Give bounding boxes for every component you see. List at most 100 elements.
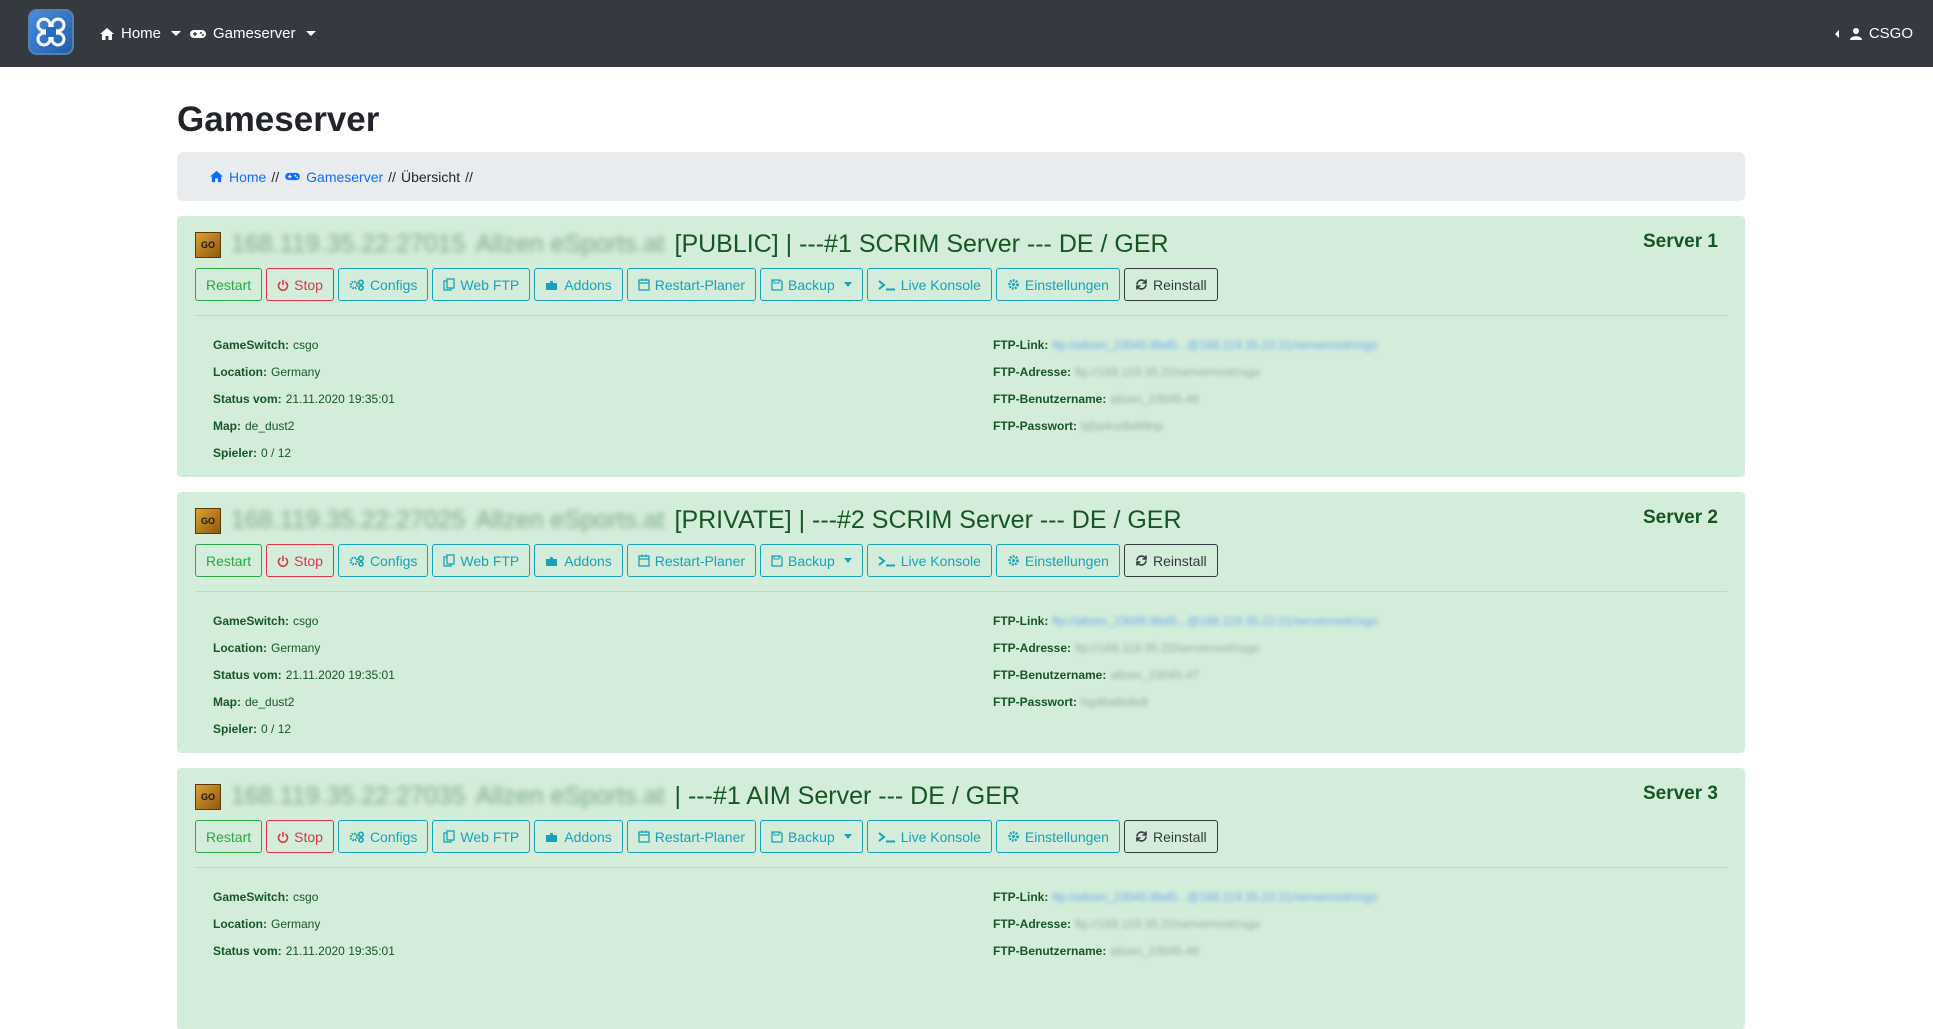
copy-icon: [443, 554, 456, 567]
nav-home-dropdown[interactable]: Home: [99, 0, 182, 67]
location-label: Location:: [213, 641, 267, 655]
einstellungen-button[interactable]: Einstellungen: [995, 820, 1120, 853]
reinstall-button[interactable]: Reinstall: [1123, 544, 1218, 577]
server-number: Server 2: [1642, 507, 1718, 528]
ftp-user-label: FTP-Benutzername:: [993, 944, 1107, 958]
reinstall-button[interactable]: Reinstall: [1123, 820, 1218, 853]
live-konsole-button[interactable]: Live Konsole: [866, 820, 992, 853]
ftp-link-value[interactable]: ftp://allzen_23045:8bd5...@168.119.35.22…: [1052, 614, 1378, 641]
restart-label: Restart: [206, 828, 252, 845]
backup-dropdown-button[interactable]: Backup: [760, 820, 863, 853]
backup-dropdown-button[interactable]: Backup: [760, 268, 863, 301]
nav-user-dropdown[interactable]: CSGO: [1834, 0, 1913, 67]
live-konsole-button[interactable]: Live Konsole: [866, 268, 992, 301]
spieler-label: Spieler:: [213, 722, 258, 736]
restart-button[interactable]: Restart: [195, 544, 263, 577]
stop-button[interactable]: Stop: [266, 268, 334, 301]
restart-button[interactable]: Restart: [195, 268, 263, 301]
terminal-icon: [878, 831, 895, 842]
addons-button[interactable]: Addons: [534, 544, 623, 577]
einstellungen-button[interactable]: Einstellungen: [995, 544, 1120, 577]
restart-planer-button[interactable]: Restart-Planer: [626, 268, 757, 301]
server-ip-blurred: 168.119.35.22:27035: [231, 782, 466, 810]
location-label: Location:: [213, 365, 267, 379]
backup-dropdown-button[interactable]: Backup: [760, 544, 863, 577]
info-ftp-user: FTP-Benutzername: allzen_23045-47: [993, 668, 1378, 695]
stop-button[interactable]: Stop: [266, 544, 334, 577]
server-info-right: FTP-Link: ftp://allzen_23045:8bd5...@168…: [993, 338, 1378, 446]
configs-button[interactable]: Configs: [337, 268, 429, 301]
puzzle-icon: [546, 280, 558, 290]
restart-planer-button[interactable]: Restart-Planer: [626, 544, 757, 577]
web-ftp-button[interactable]: Web FTP: [432, 544, 531, 577]
status-label: Status vom:: [213, 668, 282, 682]
refresh-icon: [1136, 831, 1147, 842]
breadcrumb-gameserver-link[interactable]: Gameserver: [284, 169, 383, 185]
breadcrumb-current: Übersicht: [400, 168, 461, 185]
server-title: [PUBLIC] | ---#1 SCRIM Server --- DE / G…: [674, 230, 1169, 258]
server-action-bar: Restart Stop Configs Web FTP Addons Rest…: [195, 544, 1218, 577]
top-navbar: Home Gameserver CSGO: [0, 0, 1933, 67]
ftp-link-value[interactable]: ftp://allzen_23045:8bd5...@168.119.35.22…: [1052, 890, 1378, 917]
restart-button[interactable]: Restart: [195, 820, 263, 853]
info-ftp-adresse: FTP-Adresse: ftp://168.119.35.22/serverr…: [993, 917, 1378, 944]
chevron-down-icon: [843, 834, 852, 839]
restart-planer-label: Restart-Planer: [654, 552, 746, 569]
reinstall-label: Reinstall: [1152, 276, 1207, 293]
addons-button[interactable]: Addons: [534, 268, 623, 301]
restart-label: Restart: [206, 552, 252, 569]
power-icon: [277, 831, 289, 843]
einstellungen-label: Einstellungen: [1024, 828, 1109, 845]
addons-label: Addons: [564, 828, 612, 845]
server-info-left: GameSwitch: csgo Location: Germany Statu…: [213, 338, 395, 473]
user-icon: [1849, 27, 1862, 40]
server-header: GO 168.119.35.22:27025 Allzen eSports.at…: [195, 506, 1182, 535]
home-icon: [100, 27, 114, 40]
stop-label: Stop: [294, 276, 323, 293]
stop-button[interactable]: Stop: [266, 820, 334, 853]
calendar-icon: [638, 554, 650, 567]
server-card: GO 168.119.35.22:27035 Allzen eSports.at…: [177, 768, 1745, 1029]
reinstall-button[interactable]: Reinstall: [1123, 268, 1218, 301]
status-value: 21.11.2020 19:35:01: [285, 944, 395, 958]
restart-planer-label: Restart-Planer: [654, 828, 746, 845]
configs-button[interactable]: Configs: [337, 820, 429, 853]
configs-label: Configs: [369, 552, 418, 569]
breadcrumb-home-link[interactable]: Home: [209, 169, 266, 185]
nav-gameserver-dropdown[interactable]: Gameserver: [189, 0, 316, 67]
gear-icon: [1008, 279, 1019, 290]
ftp-adresse-value: ftp://168.119.35.22/serverroot/csgo: [1075, 365, 1261, 379]
breadcrumb-gameserver-label: Gameserver: [306, 168, 384, 185]
ftp-link-value[interactable]: ftp://allzen_23045:8bd5...@168.119.35.22…: [1052, 338, 1378, 365]
refresh-icon: [1136, 279, 1147, 290]
status-value: 21.11.2020 19:35:01: [285, 392, 395, 406]
web-ftp-button[interactable]: Web FTP: [432, 268, 531, 301]
ftp-user-label: FTP-Benutzername:: [993, 392, 1107, 406]
gameswitch-value: csgo: [293, 338, 319, 352]
configs-button[interactable]: Configs: [337, 544, 429, 577]
web-ftp-button[interactable]: Web FTP: [432, 820, 531, 853]
info-gameswitch: GameSwitch: csgo: [213, 890, 395, 917]
brand-logo[interactable]: [28, 9, 74, 55]
ftp-adresse-value: ftp://168.119.35.22/serverroot/csgo: [1075, 641, 1261, 655]
restart-planer-label: Restart-Planer: [654, 276, 746, 293]
server-title: [PRIVATE] | ---#2 SCRIM Server --- DE / …: [674, 506, 1182, 534]
info-location: Location: Germany: [213, 917, 395, 944]
live-konsole-button[interactable]: Live Konsole: [866, 544, 992, 577]
breadcrumb: Home // Gameserver // Übersicht //: [177, 152, 1745, 201]
spieler-label: Spieler:: [213, 446, 258, 460]
restart-planer-button[interactable]: Restart-Planer: [626, 820, 757, 853]
stop-label: Stop: [294, 552, 323, 569]
info-map: Map: de_dust2: [213, 695, 395, 722]
addons-button[interactable]: Addons: [534, 820, 623, 853]
server-action-bar: Restart Stop Configs Web FTP Addons Rest…: [195, 820, 1218, 853]
chevron-down-icon: [843, 282, 852, 287]
web-ftp-label: Web FTP: [460, 276, 520, 293]
brand-logo-icon: [36, 17, 66, 47]
card-divider: [195, 867, 1727, 868]
server-org-blurred: Allzen eSports.at: [475, 782, 665, 810]
puzzle-icon: [546, 556, 558, 566]
einstellungen-button[interactable]: Einstellungen: [995, 268, 1120, 301]
server-info-right: FTP-Link: ftp://allzen_23045:8bd5...@168…: [993, 890, 1378, 971]
gameswitch-value: csgo: [293, 614, 319, 628]
